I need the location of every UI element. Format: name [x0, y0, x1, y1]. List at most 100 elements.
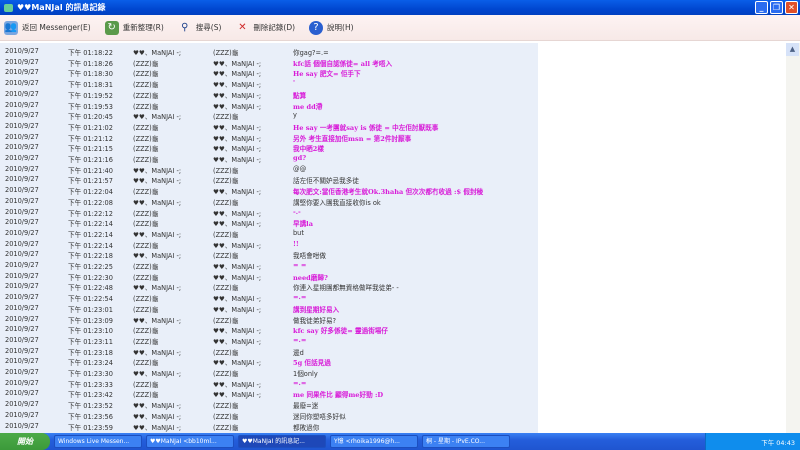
table-row[interactable]: 2010/9/27 下午 01:21:15 (ZZZ)龜 ♥♥、MaNJAI -; 我中…	[0, 142, 538, 153]
delete-history-button[interactable]: ✕ 刪除記錄(D)	[235, 21, 295, 35]
title-bar: ♥♥MaNJaI 的訊息記錄 _ ❐ ✕	[0, 0, 800, 15]
message-text: 你gag?=.=	[293, 49, 329, 57]
table-row[interactable]: 2010/9/27 下午 01:22:30 (ZZZ)龜 ♥♥、MaNJAI -; ne…	[0, 271, 538, 282]
table-row[interactable]: 2010/9/27 下午 01:20:45 ♥♥、MaNJAI -; (ZZZ)龜 y	[0, 110, 538, 121]
table-row[interactable]: 2010/9/27 下午 01:23:24 (ZZZ)龜 ♥♥、MaNJAI -; 5g…	[0, 356, 538, 367]
table-row[interactable]: 2010/9/27 下午 01:19:52 (ZZZ)龜 ♥♥、MaNJAI -; 點算	[0, 89, 538, 100]
message-date: 2010/9/27	[5, 421, 39, 430]
message-recipient: ♥♥、MaNJAI -;	[213, 327, 262, 336]
table-row[interactable]: 2010/9/27 下午 01:18:22 ♥♥、MaNJAI -; (ZZZ)龜 你g…	[0, 46, 538, 57]
message-time: 下午 01:21:57	[68, 177, 113, 186]
message-recipient: (ZZZ)龜	[213, 370, 239, 378]
table-row[interactable]: 2010/9/27 下午 01:23:01 (ZZZ)龜 ♥♥、MaNJAI -; 講到…	[0, 303, 538, 314]
table-row[interactable]: 2010/9/27 下午 01:22:48 ♥♥、MaNJAI -; (ZZZ)龜 你連…	[0, 281, 538, 292]
message-time: 下午 01:22:04	[68, 188, 113, 197]
table-row[interactable]: 2010/9/27 下午 01:23:10 (ZZZ)龜 ♥♥、MaNJAI -; kf…	[0, 324, 538, 335]
table-row[interactable]: 2010/9/27 下午 01:22:54 (ZZZ)龜 ♥♥、MaNJAI -; =.…	[0, 292, 538, 303]
message-sender: (ZZZ)龜	[133, 59, 159, 68]
table-row[interactable]: 2010/9/27 下午 01:23:52 ♥♥、MaNJAI -; (ZZZ)龜 最廢…	[0, 399, 538, 410]
message-date: 2010/9/27	[5, 57, 39, 66]
table-row[interactable]: 2010/9/27 下午 01:22:25 (ZZZ)龜 ♥♥、MaNJAI -; = …	[0, 260, 538, 271]
message-recipient: (ZZZ)龜	[213, 348, 239, 357]
message-time: 下午 01:23:59	[68, 423, 113, 432]
message-date: 2010/9/27	[5, 175, 39, 184]
message-time: 下午 01:23:09	[68, 316, 113, 325]
message-text: kfc話 個個自認係徒= all 考唔入	[293, 59, 393, 68]
message-time: 下午 01:21:02	[68, 123, 113, 132]
close-button[interactable]: ✕	[785, 1, 798, 14]
table-row[interactable]: 2010/9/27 下午 01:22:14 ♥♥、MaNJAI -; (ZZZ)龜 bu…	[0, 228, 538, 239]
message-text: 1個only	[293, 370, 318, 378]
message-time: 下午 01:22:14	[68, 241, 113, 250]
taskbar-item[interactable]: Y憶 <rhoika1996@h...	[330, 435, 418, 448]
back-to-messenger-button[interactable]: 👥 返回 Messenger(E)	[4, 20, 91, 35]
table-row[interactable]: 2010/9/27 下午 01:22:18 ♥♥、MaNJAI -; (ZZZ)龜 我唔…	[0, 249, 538, 260]
message-text: 邊d	[293, 348, 304, 357]
help-button[interactable]: ? 說明(H)	[309, 20, 354, 35]
table-row[interactable]: 2010/9/27 下午 01:22:08 ♥♥、MaNJAI -; (ZZZ)龜 講堅…	[0, 196, 538, 207]
message-date: 2010/9/27	[5, 132, 39, 141]
message-text: me dd滯	[293, 102, 323, 111]
message-date: 2010/9/27	[5, 207, 39, 216]
message-sender: (ZZZ)龜	[133, 81, 159, 90]
taskbar-item-active[interactable]: ♥♥MaNJaI 的訊息記...	[238, 435, 326, 448]
table-row[interactable]: 2010/9/27 下午 01:21:16 (ZZZ)龜 ♥♥、MaNJAI -; gd…	[0, 153, 538, 164]
table-row[interactable]: 2010/9/27 下午 01:23:18 ♥♥、MaNJAI -; (ZZZ)龜 邊d	[0, 346, 538, 357]
message-recipient: (ZZZ)龜	[213, 412, 239, 421]
message-date: 2010/9/27	[5, 368, 39, 376]
message-recipient: (ZZZ)龜	[213, 284, 239, 293]
message-recipient: (ZZZ)龜	[213, 252, 239, 261]
table-row[interactable]: 2010/9/27 下午 01:23:56 ♥♥、MaNJAI -; (ZZZ)龜 迷同…	[0, 410, 538, 421]
message-date: 2010/9/27	[5, 154, 39, 162]
message-time: 下午 01:23:52	[68, 402, 113, 411]
table-row[interactable]: 2010/9/27 下午 01:18:31 (ZZZ)龜 ♥♥、MaNJAI -; '	[0, 78, 538, 89]
message-text: @@	[293, 164, 307, 173]
message-sender: (ZZZ)龜	[133, 337, 159, 346]
message-text: 每次肥文:當佢香港考生就Ok.3haha 但次次都冇收過 :$ 假封稜	[293, 188, 484, 197]
table-row[interactable]: 2010/9/27 下午 01:21:02 (ZZZ)龜 ♥♥、MaNJAI -; He…	[0, 121, 538, 132]
message-recipient: ♥♥、MaNJAI -;	[213, 359, 262, 368]
message-text: 早講la	[293, 220, 313, 229]
table-row[interactable]: 2010/9/27 下午 01:18:26 (ZZZ)龜 ♥♥、MaNJAI -; kf…	[0, 57, 538, 68]
maximize-button[interactable]: ❐	[770, 1, 783, 14]
message-text: -.-	[293, 207, 301, 216]
table-row[interactable]: 2010/9/27 下午 01:22:12 (ZZZ)龜 ♥♥、MaNJAI -; -.…	[0, 207, 538, 218]
message-recipient: (ZZZ)龜	[213, 198, 239, 207]
message-date: 2010/9/27	[5, 410, 39, 419]
refresh-button[interactable]: ↻ 重新整理(R)	[104, 20, 164, 35]
table-row[interactable]: 2010/9/27 下午 01:18:30 (ZZZ)龜 ♥♥、MaNJAI -; He…	[0, 67, 538, 78]
table-row[interactable]: 2010/9/27 下午 01:23:09 ♥♥、MaNJAI -; (ZZZ)龜 做我…	[0, 314, 538, 325]
message-sender: (ZZZ)龜	[133, 91, 159, 100]
search-button[interactable]: ⚲ 搜尋(S)	[178, 21, 221, 35]
message-text: me 同果件比 顯得me好勁 :D	[293, 391, 384, 400]
table-row[interactable]: 2010/9/27 下午 01:21:40 ♥♥、MaNJAI -; (ZZZ)龜 @@	[0, 164, 538, 175]
taskbar-item[interactable]: Windows Live Messen...	[54, 435, 142, 448]
table-row[interactable]: 2010/9/27 下午 01:23:30 ♥♥、MaNJAI -; (ZZZ)龜 1個…	[0, 367, 538, 378]
start-button[interactable]: 開始	[0, 433, 50, 450]
taskbar-item[interactable]: ♥♥MaNJaI <bb10ml...	[146, 435, 234, 448]
message-recipient: ♥♥、MaNJAI -;	[213, 59, 262, 68]
message-recipient: ♥♥、MaNJAI -;	[213, 81, 262, 90]
table-row[interactable]: 2010/9/27 下午 01:19:53 (ZZZ)龜 ♥♥、MaNJAI -; me…	[0, 100, 538, 111]
message-time: 下午 01:23:30	[68, 370, 113, 378]
table-row[interactable]: 2010/9/27 下午 01:22:04 (ZZZ)龜 ♥♥、MaNJAI -; 每次…	[0, 185, 538, 196]
table-row[interactable]: 2010/9/27 下午 01:22:14 (ZZZ)龜 ♥♥、MaNJAI -; 早講…	[0, 217, 538, 228]
message-text: =.=	[293, 378, 307, 387]
taskbar-item[interactable]: 桐 - 星期 - IPvE.CO...	[422, 435, 510, 448]
scroll-up-button[interactable]: ▲	[786, 43, 799, 56]
vertical-scrollbar[interactable]: ▲	[786, 43, 800, 433]
message-text: '	[293, 79, 296, 88]
message-recipient: ♥♥、MaNJAI -;	[213, 188, 262, 197]
table-row[interactable]: 2010/9/27 下午 01:21:12 (ZZZ)龜 ♥♥、MaNJAI -; 另外…	[0, 132, 538, 143]
minimize-button[interactable]: _	[755, 1, 768, 14]
table-row[interactable]: 2010/9/27 下午 01:23:33 (ZZZ)龜 ♥♥、MaNJAI -; =.…	[0, 378, 538, 389]
message-sender: (ZZZ)龜	[133, 134, 159, 143]
message-recipient: ♥♥、MaNJAI -;	[213, 337, 262, 346]
table-row[interactable]: 2010/9/27 下午 01:23:42 (ZZZ)龜 ♥♥、MaNJAI -; me…	[0, 388, 538, 399]
table-row[interactable]: 2010/9/27 下午 01:21:57 ♥♥、MaNJAI -; (ZZZ)龜 話左…	[0, 174, 538, 185]
message-recipient: ♥♥、MaNJAI -;	[213, 102, 262, 111]
table-row[interactable]: 2010/9/27 下午 01:22:14 (ZZZ)龜 ♥♥、MaNJAI -;!!	[0, 239, 538, 250]
table-row[interactable]: 2010/9/27 下午 01:23:59 ♥♥、MaNJAI -; (ZZZ)龜 都敗…	[0, 421, 538, 432]
table-row[interactable]: 2010/9/27 下午 01:23:11 (ZZZ)龜 ♥♥、MaNJAI -; =.…	[0, 335, 538, 346]
message-text: He say 一考團就say is 係徒 = 中左佢討厭既事	[293, 123, 439, 132]
